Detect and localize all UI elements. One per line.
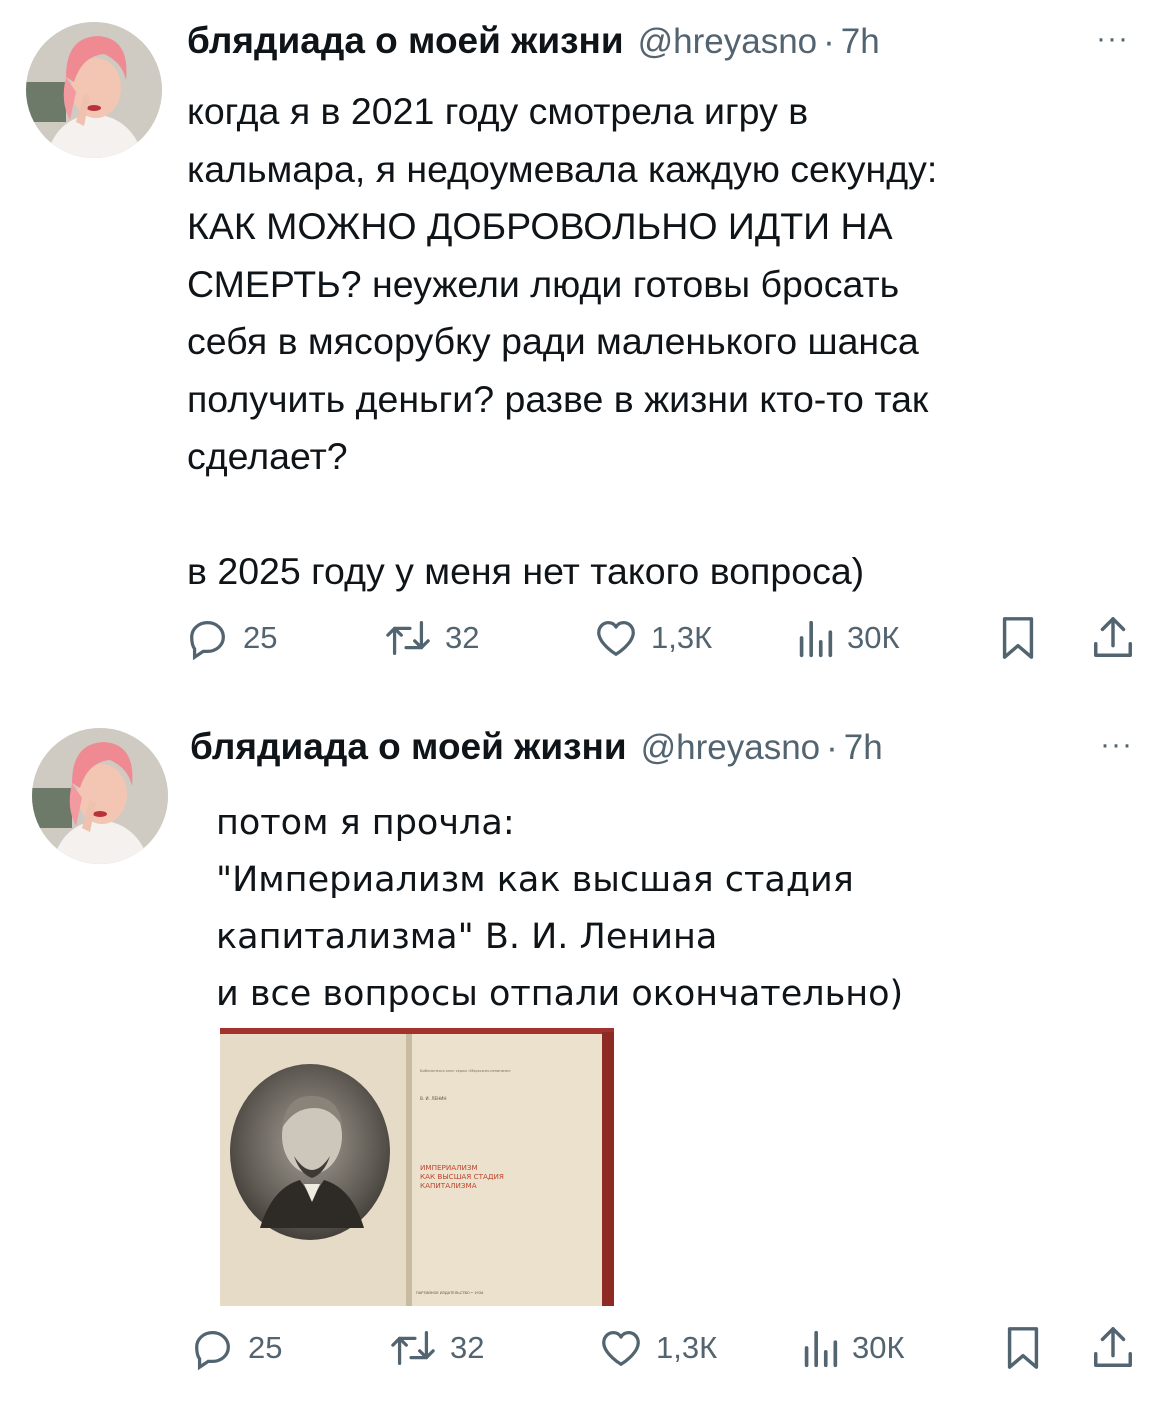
views-button[interactable]: 30К	[800, 1320, 905, 1376]
text-line: капитализма" В. И. Ленина	[216, 917, 718, 957]
share-icon	[1094, 1327, 1132, 1367]
views-count: 30К	[852, 1330, 905, 1365]
timestamp[interactable]: 7h	[844, 728, 883, 768]
author-handle[interactable]: @hreyasno	[641, 728, 821, 768]
avatar[interactable]	[32, 728, 168, 864]
text-line: в 2025 году у меня нет такого вопроса)	[187, 550, 865, 592]
tweet-text: когда я в 2021 году смотрела игру в каль…	[187, 83, 1147, 601]
tweet-image[interactable]: Библиотечка книг серии «Марксизм-лениниз…	[220, 1028, 614, 1306]
repost-icon	[386, 621, 430, 655]
separator: ·	[823, 22, 835, 61]
text-line: кальмара, я недоумевала каждую секунду:	[187, 147, 938, 190]
like-count: 1,3К	[656, 1330, 718, 1365]
bookmark-button[interactable]	[995, 610, 1041, 666]
reply-button[interactable]: 25	[185, 610, 277, 666]
text-line: "Империализм как высшая стадия	[216, 860, 854, 900]
like-icon	[597, 621, 635, 656]
book-publisher: ПАРТИЙНОЕ ИЗДАТЕЛЬСТВО • 1934	[416, 1290, 484, 1295]
bookmark-icon	[1002, 617, 1034, 659]
more-icon[interactable]: ···	[1100, 728, 1133, 762]
text-line: получить деньги? разве в жизни кто-то та…	[187, 377, 929, 420]
text-line: СМЕРТЬ? неужели люди готовы бросать	[187, 262, 900, 305]
author-name[interactable]: блядиада о моей жизни	[190, 726, 627, 768]
views-icon	[799, 620, 833, 658]
views-icon	[804, 1330, 838, 1368]
like-count: 1,3К	[651, 620, 713, 655]
book-author: В. И. ЛЕНИН	[420, 1096, 447, 1101]
tweet-text: потом я прочла: "Империализм как высшая …	[216, 795, 1116, 1023]
author-handle[interactable]: @hreyasno	[638, 22, 818, 62]
timestamp[interactable]: 7h	[841, 22, 880, 62]
repost-count: 32	[450, 1330, 485, 1365]
reply-icon	[190, 621, 225, 661]
text-line: КАК МОЖНО ДОБРОВОЛЬНО ИДТИ НА	[187, 205, 893, 247]
share-button[interactable]	[1090, 610, 1136, 666]
reply-count: 25	[248, 1330, 283, 1365]
text-line: когда я в 2021 году смотрела игру в	[187, 90, 809, 132]
views-count: 30К	[847, 620, 900, 655]
action-bar: 25 32 1,3К 30К	[185, 610, 1140, 666]
portrait	[230, 1064, 390, 1240]
reply-button[interactable]: 25	[190, 1320, 282, 1376]
book-title-line: КАПИТАЛИЗМА	[420, 1181, 477, 1190]
like-icon	[602, 1331, 640, 1366]
repost-button[interactable]: 32	[383, 610, 479, 666]
share-button[interactable]	[1090, 1320, 1136, 1376]
text-line: сделает?	[187, 435, 348, 477]
avatar[interactable]	[26, 22, 162, 158]
share-icon	[1094, 617, 1132, 657]
text-line: себя в мясорубку ради маленького шанса	[187, 320, 919, 362]
book-title-line: КАК ВЫСШАЯ СТАДИЯ	[420, 1172, 504, 1181]
tweet-header: блядиада о моей жизни @hreyasno · 7h	[190, 726, 883, 768]
reply-count: 25	[243, 620, 278, 655]
book-title-line: ИМПЕРИАЛИЗМ	[420, 1163, 478, 1172]
repost-button[interactable]: 32	[388, 1320, 484, 1376]
text-line: потом я прочла:	[216, 803, 515, 843]
book-series: Библиотечка книг серии «Марксизм-лениниз…	[420, 1069, 511, 1073]
more-icon[interactable]: ···	[1096, 22, 1129, 56]
tweet-1[interactable]: блядиада о моей жизни @hreyasno · 7h ···…	[0, 0, 1170, 690]
bookmark-icon	[1007, 1327, 1039, 1369]
repost-count: 32	[445, 620, 480, 655]
like-button[interactable]: 1,3К	[593, 610, 712, 666]
action-bar: 25 32 1,3К 30К	[190, 1320, 1145, 1376]
repost-icon	[391, 1331, 435, 1365]
tweet-header: блядиада о моей жизни @hreyasno · 7h	[187, 20, 880, 62]
author-name[interactable]: блядиада о моей жизни	[187, 20, 624, 62]
like-button[interactable]: 1,3К	[598, 1320, 717, 1376]
reply-icon	[195, 1331, 230, 1371]
views-button[interactable]: 30К	[795, 610, 900, 666]
separator: ·	[826, 728, 838, 767]
bookmark-button[interactable]	[1000, 1320, 1046, 1376]
text-line: и все вопросы отпали окончательно)	[216, 974, 904, 1014]
